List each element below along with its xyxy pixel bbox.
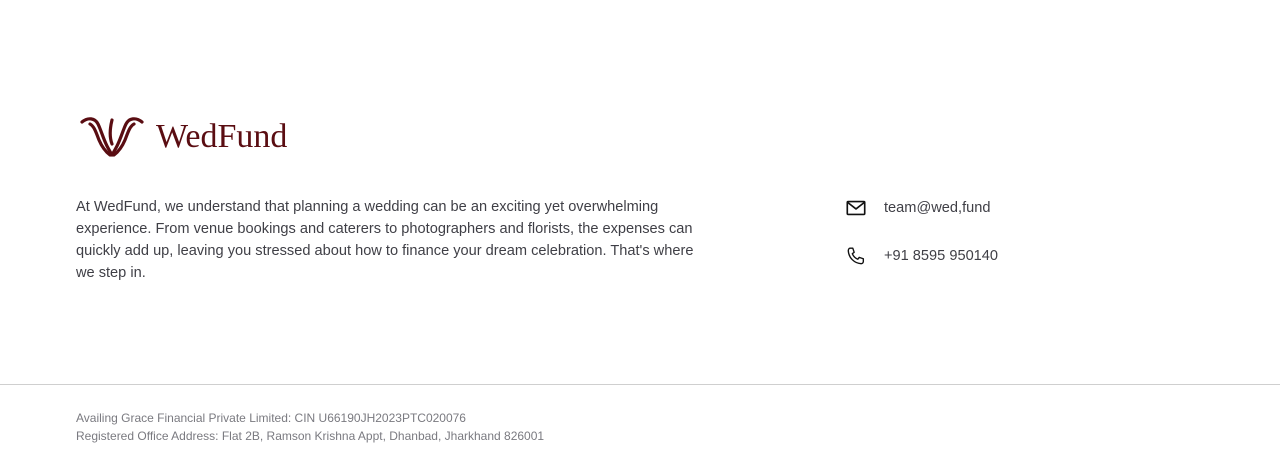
phone-number[interactable]: +91 8595 950140 [884, 248, 998, 264]
phone-icon [847, 247, 865, 265]
about-text: At WedFund, we understand that planning … [76, 199, 694, 281]
wedfund-logo-icon [80, 117, 144, 157]
legal-info: Availing Grace Financial Private Limited… [76, 409, 544, 445]
registered-address: Registered Office Address: Flat 2B, Rams… [76, 429, 545, 443]
email-address[interactable]: team@wed,fund [884, 200, 991, 216]
brand-logo[interactable]: WedFund [80, 113, 287, 159]
phone-contact[interactable]: +91 8595 950140 [845, 244, 998, 268]
email-contact[interactable]: team@wed,fund [845, 196, 991, 220]
site-footer: WedFund At WedFund, we understand that p… [0, 0, 1280, 470]
footer-divider [0, 384, 1280, 385]
company-cin: Availing Grace Financial Private Limited… [76, 411, 466, 425]
mail-icon [846, 200, 866, 216]
brand-name: WedFund [156, 118, 288, 155]
